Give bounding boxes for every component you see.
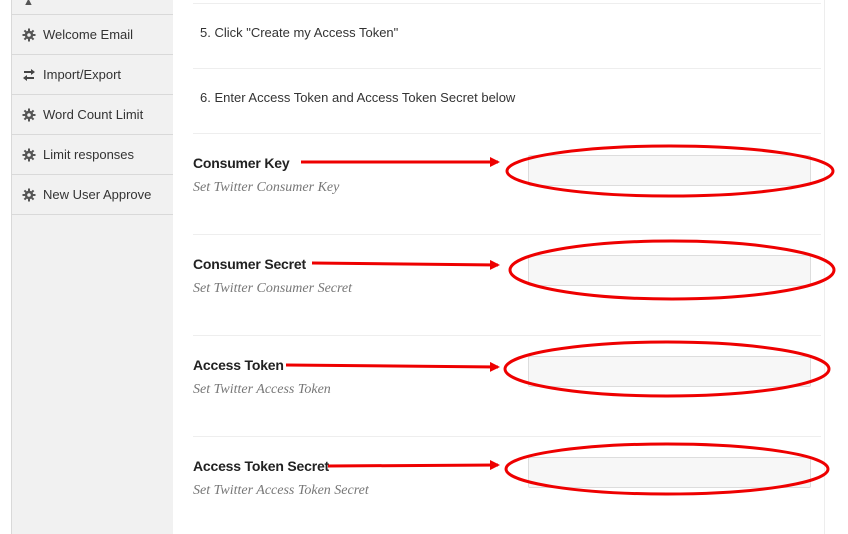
gear-icon — [22, 108, 36, 122]
consumer-secret-description: Set Twitter Consumer Secret — [193, 281, 353, 296]
divider — [193, 133, 821, 134]
consumer-key-input[interactable] — [528, 155, 811, 186]
settings-sidebar: ▲ Welcome Email Import/Export Word Count… — [11, 0, 174, 534]
access-token-secret-description: Set Twitter Access Token Secret — [193, 483, 369, 498]
content-right-border — [824, 0, 825, 534]
consumer-key-description: Set Twitter Consumer Key — [193, 180, 340, 195]
divider — [193, 335, 821, 336]
gear-icon — [22, 28, 36, 42]
consumer-secret-label: Consumer Secret — [193, 256, 306, 272]
chevron-icon: ▲ — [23, 0, 34, 8]
access-token-description: Set Twitter Access Token — [193, 382, 331, 397]
divider — [193, 234, 821, 235]
access-token-label: Access Token — [193, 357, 284, 373]
divider — [193, 3, 821, 4]
sidebar-top-item[interactable]: ▲ — [12, 0, 173, 15]
sidebar-item-label: Limit responses — [43, 147, 135, 162]
settings-content: 5. Click "Create my Access Token" 6. Ent… — [173, 0, 848, 534]
sidebar-item-label: Welcome Email — [43, 27, 134, 42]
access-token-input[interactable] — [528, 356, 811, 387]
instruction-step-5: 5. Click "Create my Access Token" — [200, 25, 399, 40]
sidebar-item-label: Word Count Limit — [43, 107, 144, 122]
access-token-secret-input[interactable] — [528, 457, 811, 488]
access-token-secret-label: Access Token Secret — [193, 458, 330, 474]
sidebar-item-word-count-limit[interactable]: Word Count Limit — [12, 95, 173, 135]
sidebar-item-welcome-email[interactable]: Welcome Email — [12, 15, 173, 55]
consumer-key-label: Consumer Key — [193, 155, 290, 171]
arrows-exchange-icon — [22, 68, 36, 82]
divider — [193, 436, 821, 437]
instruction-step-6: 6. Enter Access Token and Access Token S… — [200, 90, 516, 105]
sidebar-item-label: Import/Export — [43, 67, 122, 82]
sidebar-item-label: New User Approve — [43, 187, 152, 202]
consumer-secret-input[interactable] — [528, 255, 811, 286]
divider — [193, 68, 821, 69]
sidebar-item-limit-responses[interactable]: Limit responses — [12, 135, 173, 175]
gear-icon — [22, 188, 36, 202]
sidebar-item-import-export[interactable]: Import/Export — [12, 55, 173, 95]
sidebar-item-new-user-approve[interactable]: New User Approve — [12, 175, 173, 215]
gear-icon — [22, 148, 36, 162]
